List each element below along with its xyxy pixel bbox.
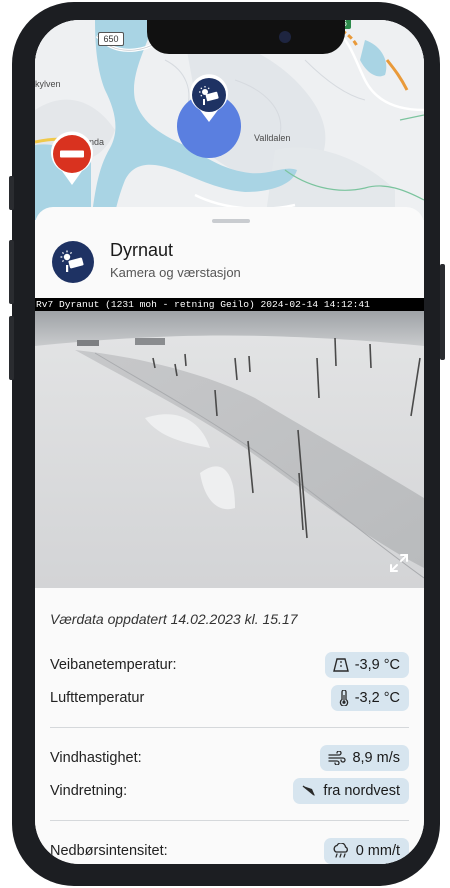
map-label-kylven: kylven: [35, 79, 61, 89]
road-temperature-icon: [332, 658, 349, 672]
precipitation-badge: 0 mm/t: [323, 838, 409, 864]
wind-icon: [328, 751, 347, 765]
phone-notch: [147, 20, 345, 54]
wind-direction-badge: fra nordvest: [293, 778, 409, 804]
webcam-scene: [35, 311, 424, 588]
webcam-image[interactable]: Rv7 Dyranut (1231 moh - retning Geilo) 2…: [35, 298, 424, 588]
air-temperature-value: -3,2 °C: [354, 690, 400, 706]
precipitation-value: 0 mm/t: [355, 843, 400, 859]
weather-row-precipitation: Nedbørsintensitet: 0 mm/t: [50, 838, 409, 864]
camera-station-pin-icon: [190, 74, 228, 122]
weather-camera-station-icon: [52, 241, 94, 283]
station-name: Dyrnaut: [110, 240, 174, 260]
weather-updated-text: Værdata oppdatert 14.02.2023 kl. 15.17: [50, 611, 298, 627]
road-temperature-label: Veibanetemperatur:: [50, 657, 177, 673]
expand-arrows-icon: [390, 554, 408, 572]
phone-power-button: [440, 264, 445, 360]
sheet-grabber-handle[interactable]: [212, 219, 250, 223]
phone-screen: 650 E136 kylven nda Valldalen: [35, 20, 424, 864]
weather-row-wind-speed: Vindhastighet: 8,9 m/s: [50, 745, 409, 771]
fullscreen-expand-button[interactable]: [388, 552, 410, 574]
wind-direction-label: Vindretning:: [50, 783, 128, 799]
map-label-valldalen: Valldalen: [254, 133, 291, 143]
wind-direction-value: fra nordvest: [323, 783, 400, 799]
road-shield-650: 650: [98, 32, 124, 46]
section-divider: [50, 727, 409, 728]
weather-row-air-temperature: Lufttemperatur -3,2 °C: [50, 685, 409, 711]
road-temperature-badge: -3,9 °C: [324, 652, 409, 678]
wind-direction-arrow-icon: [302, 785, 316, 796]
weather-row-wind-direction: Vindretning: fra nordvest: [50, 778, 409, 804]
camera-station-pin[interactable]: [188, 74, 230, 122]
phone-volume-down: [9, 316, 14, 380]
camera-weather-icon: [60, 250, 84, 272]
station-detail-sheet: Dyrnaut Kamera og værstasjon Rv7 Dyranut…: [35, 207, 424, 864]
station-type: Kamera og værstasjon: [110, 265, 241, 280]
thermometer-icon: [339, 690, 348, 706]
phone-volume-up: [9, 240, 14, 304]
front-camera: [279, 31, 291, 43]
wind-speed-value: 8,9 m/s: [352, 750, 400, 766]
road-temperature-value: -3,9 °C: [354, 657, 400, 673]
wind-speed-badge: 8,9 m/s: [320, 745, 409, 771]
section-divider: [50, 820, 409, 821]
precipitation-icon: [333, 843, 348, 858]
road-closed-marker[interactable]: [49, 131, 95, 187]
precipitation-label: Nedbørsintensitet:: [50, 843, 168, 859]
webcam-caption: Rv7 Dyranut (1231 moh - retning Geilo) 2…: [35, 298, 424, 311]
air-temperature-badge: -3,2 °C: [330, 685, 409, 711]
wind-speed-label: Vindhastighet:: [50, 750, 142, 766]
weather-row-road-temperature: Veibanetemperatur: -3,9 °C: [50, 652, 409, 678]
phone-side-button: [9, 176, 14, 210]
map-view[interactable]: 650 E136 kylven nda Valldalen: [35, 20, 424, 220]
air-temperature-label: Lufttemperatur: [50, 690, 145, 706]
no-entry-icon: [51, 131, 94, 185]
